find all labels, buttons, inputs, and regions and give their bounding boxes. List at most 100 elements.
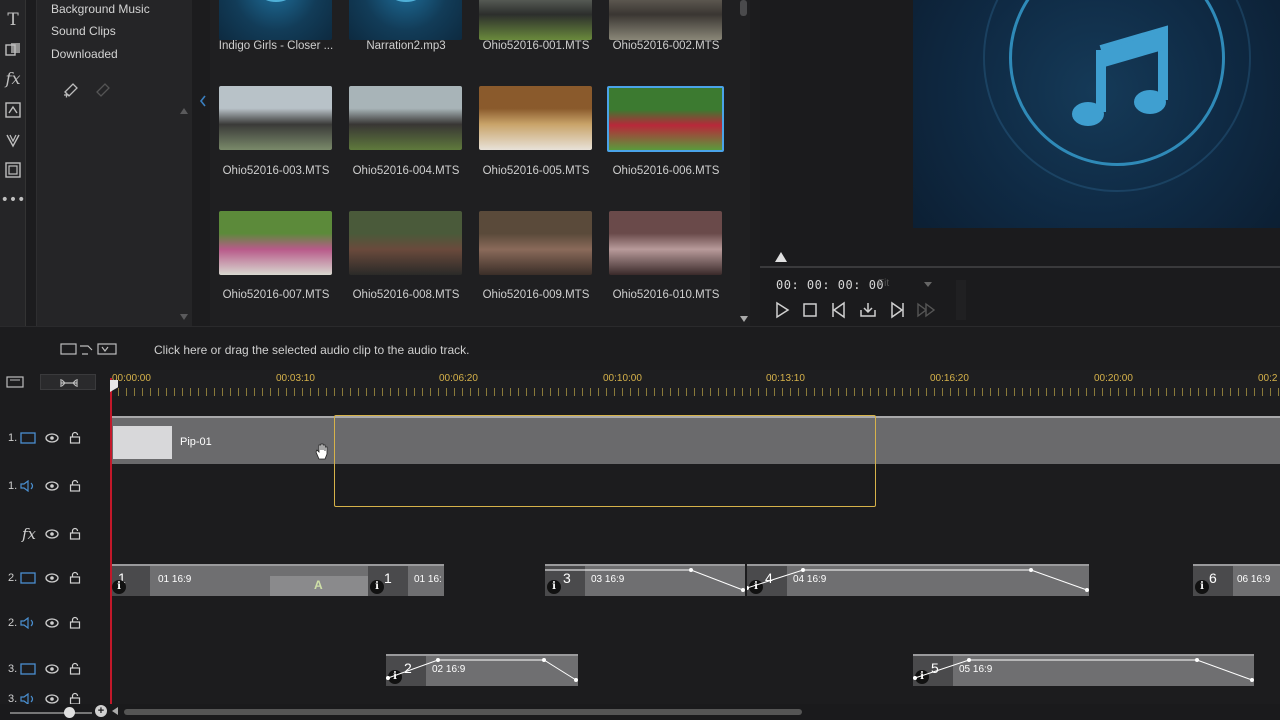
track-row-video-2: 1 01 16:9 i A 1 01 16: i 3 03 16:9 i 4 0…: [0, 562, 1280, 598]
fx-track-icon: fx: [22, 525, 37, 543]
media-scroll-thumb[interactable]: [740, 0, 747, 16]
snapshot-button[interactable]: [858, 300, 878, 320]
media-item-label: Ohio52016-009.MTS: [482, 289, 590, 301]
media-item-label: Ohio52016-004.MTS: [352, 165, 460, 177]
hand-cursor-icon: [314, 442, 330, 463]
tool-strip: T fx •••: [0, 0, 26, 326]
track-row-audio-2[interactable]: [0, 606, 1280, 648]
clip-tag: 01 16:9: [158, 574, 192, 585]
add-tag-icon[interactable]: [61, 80, 81, 103]
media-item-label: Ohio52016-008.MTS: [352, 289, 460, 301]
media-item-label: Ohio52016-010.MTS: [612, 289, 720, 301]
info-icon[interactable]: i: [112, 580, 126, 594]
transition-block[interactable]: A: [270, 576, 368, 596]
preview-scrub-bar[interactable]: [760, 266, 1280, 268]
lock-icon[interactable]: [69, 527, 81, 540]
collapse-panel-icon[interactable]: [198, 94, 210, 110]
ruler-tick-label: 00:06:20: [439, 373, 478, 384]
tree-item-downloaded[interactable]: Downloaded: [51, 47, 118, 61]
scroll-down-icon[interactable]: [180, 314, 188, 320]
timeline-clip[interactable]: 3 03 16:9 i: [545, 564, 745, 596]
volume-envelope[interactable]: [913, 654, 1254, 686]
timeline-clip[interactable]: 5 05 16:9 i: [913, 654, 1254, 686]
scroll-up-icon[interactable]: [180, 108, 188, 114]
scroll-left-icon[interactable]: [112, 707, 118, 715]
eye-icon[interactable]: [45, 694, 59, 704]
track-manager-icon[interactable]: [60, 341, 124, 360]
music-note-icon: [250, 0, 302, 2]
timeline-ruler[interactable]: 00:00:00 00:03:10 00:06:20 00:10:00 00:13:10…: [110, 370, 1280, 396]
volume-envelope[interactable]: [545, 564, 745, 596]
zoom-fit-select[interactable]: Fit: [872, 275, 936, 293]
fit-timeline-button[interactable]: [40, 374, 96, 390]
media-item-label: Ohio52016-003.MTS: [222, 165, 330, 177]
chevron-down-icon: [924, 282, 932, 287]
eye-icon[interactable]: [45, 529, 59, 539]
zoom-slider[interactable]: [10, 712, 92, 714]
media-item-label: Ohio52016-006.MTS: [612, 165, 720, 177]
video-thumbnail[interactable]: [219, 211, 332, 275]
preview-canvas[interactable]: [913, 0, 1280, 228]
remove-tag-icon[interactable]: [93, 80, 113, 103]
ruler-tick-label: 00:16:20: [930, 373, 969, 384]
info-icon[interactable]: i: [370, 580, 384, 594]
fx-tool-icon[interactable]: fx: [3, 68, 23, 88]
audio-thumbnail[interactable]: [349, 0, 462, 40]
chapter-tool-icon[interactable]: [3, 160, 23, 180]
track-row-video-3: 2 02 16:9 i 5 05 16:9 i: [0, 652, 1280, 688]
paint-tool-icon[interactable]: [3, 130, 23, 150]
video-thumbnail[interactable]: [349, 211, 462, 275]
media-scrollbar[interactable]: [740, 0, 748, 326]
clip-number: 1: [384, 570, 392, 586]
next-frame-button[interactable]: [887, 300, 907, 320]
ruler-tick-label: 00:03:10: [276, 373, 315, 384]
video-thumbnail[interactable]: [479, 0, 592, 40]
timeline-hint[interactable]: Click here or drag the selected audio cl…: [154, 343, 470, 357]
selection-box[interactable]: [334, 415, 876, 507]
timeline-clip[interactable]: 1 01 16:9 i A: [110, 564, 368, 596]
more-tools-icon[interactable]: •••: [1, 190, 26, 210]
scrub-head[interactable]: [775, 252, 787, 262]
video-thumbnail[interactable]: [349, 86, 462, 150]
fit-label: Fit: [878, 278, 890, 289]
media-item-label: Ohio52016-007.MTS: [222, 289, 330, 301]
play-button[interactable]: [772, 300, 792, 320]
volume-envelope[interactable]: [747, 564, 1089, 596]
timeline-view-icon[interactable]: [6, 376, 24, 391]
media-item-label: Ohio52016-002.MTS: [612, 40, 720, 52]
playhead[interactable]: [110, 378, 112, 708]
tree-scrollbar[interactable]: [179, 108, 188, 323]
media-library: Indigo Girls - Closer ... Narration2.mp3 O…: [210, 0, 750, 326]
title-tool-icon[interactable]: T: [3, 10, 23, 30]
audio-thumbnail[interactable]: [219, 0, 332, 40]
tree-item-sound-clips[interactable]: Sound Clips: [51, 24, 116, 38]
preview-divider: [956, 280, 966, 320]
video-thumbnail[interactable]: [479, 211, 592, 275]
video-thumbnail[interactable]: [607, 86, 724, 152]
timeline-horizontal-scrollbar[interactable]: [124, 709, 802, 715]
transition-tool-icon[interactable]: [3, 40, 23, 60]
video-thumbnail[interactable]: [609, 211, 722, 275]
zoom-slider-knob[interactable]: [64, 707, 75, 718]
video-thumbnail[interactable]: [609, 0, 722, 40]
timeline-clip[interactable]: 2 02 16:9 i: [386, 654, 578, 686]
particle-tool-icon[interactable]: [3, 100, 23, 120]
tree-item-background-music[interactable]: Background Music: [51, 2, 150, 16]
zoom-in-icon[interactable]: +: [95, 705, 107, 717]
media-item-label: Indigo Girls - Closer ...: [218, 40, 334, 52]
media-item-label: Ohio52016-005.MTS: [482, 165, 590, 177]
scroll-down-icon[interactable]: [740, 316, 748, 322]
timeline-clip[interactable]: 1 01 16: i: [368, 564, 444, 596]
fast-forward-button[interactable]: [916, 300, 936, 320]
timeline-clip[interactable]: 4 04 16:9 i: [747, 564, 1089, 596]
volume-envelope[interactable]: [386, 654, 578, 686]
ruler-ticks: [110, 388, 1280, 396]
previous-frame-button[interactable]: [829, 300, 849, 320]
preview-panel: 00: 00: 00: 00 Fit: [760, 0, 1280, 326]
stop-button[interactable]: [800, 300, 820, 320]
timeline-clip[interactable]: 6 06 16:9 i: [1193, 564, 1280, 596]
media-item-label: Narration2.mp3: [366, 40, 446, 52]
info-icon[interactable]: i: [1195, 580, 1209, 594]
video-thumbnail[interactable]: [479, 86, 592, 150]
video-thumbnail[interactable]: [219, 86, 332, 150]
